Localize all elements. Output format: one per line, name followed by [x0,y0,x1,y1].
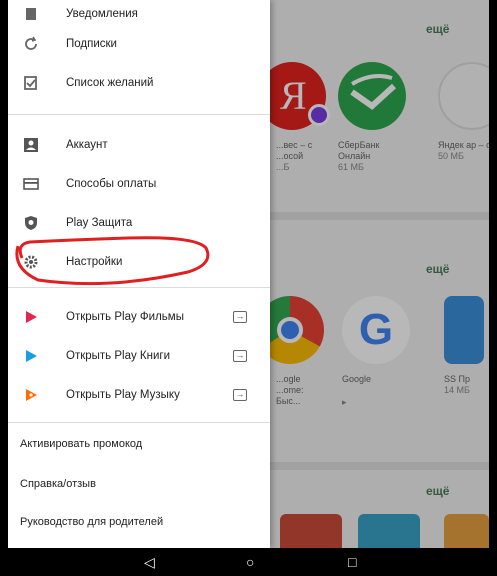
drawer-item-payment-methods[interactable]: Способы оплаты [8,164,270,204]
play-movies-icon [22,308,40,326]
app-name: СберБанк Онлайн [338,140,380,161]
app-name: Google [342,374,372,384]
android-nav-bar: ◁ ○ □ [8,548,489,576]
drawer-item-label: Открыть Play Музыку [66,389,180,401]
play-books-icon [22,347,40,365]
drawer-item-open-play-music[interactable]: Открыть Play Музыку → [8,375,270,415]
app-size: 50 МБ [438,151,464,161]
back-button[interactable]: ◁ [144,554,155,570]
drawer-item-label: Способы оплаты [66,178,157,190]
app-name: ...вес – с ...осой [276,140,313,161]
open-external-icon: → [233,350,247,362]
app-name: SS Пр [444,374,470,384]
play-music-icon [22,386,40,404]
more-link[interactable]: ещё [426,22,449,36]
app-size: 61 МБ [338,162,364,172]
bell-icon [22,5,40,23]
app-size: ...Б [276,162,290,172]
parent-guide-link[interactable]: Руководство для родителей [20,516,163,528]
more-link[interactable]: ещё [426,484,449,498]
drawer-item-label: Подписки [66,38,117,50]
app-size: ▸ [342,397,347,407]
play-store-screen: ещё Я ...вес – с ...осой ...Б СберБанк О… [8,0,489,548]
app-tile[interactable]: Яндек ар – с 50 МБ [438,62,489,162]
credit-card-icon [22,175,40,193]
drawer-divider [8,422,270,423]
app-icon[interactable] [280,514,342,548]
app-size: 14 МБ [444,385,470,395]
home-button[interactable]: ○ [246,554,254,570]
drawer-divider [8,287,270,288]
account-box-icon [22,136,40,154]
yandex-maps-app-icon [438,62,489,130]
open-external-icon: → [233,389,247,401]
refresh-icon [22,35,40,53]
drawer-item-label: Открыть Play Фильмы [66,311,184,323]
bookmark-check-icon [22,74,40,92]
recents-button[interactable]: □ [348,554,356,570]
drawer-item-open-play-movies[interactable]: Открыть Play Фильмы → [8,297,270,337]
drawer-item-wishlist[interactable]: Список желаний [8,63,270,103]
drawer-item-label: Уведомления [66,8,138,20]
drawer-item-subscriptions[interactable]: Подписки [8,24,270,64]
highlight-annotation [15,236,210,286]
navigation-drawer: Уведомления Подписки Список желаний Акка… [8,0,270,548]
app-icon[interactable] [444,514,489,548]
drawer-item-label: Список желаний [66,77,154,89]
section-divider [270,462,489,470]
drawer-item-label: Открыть Play Книги [66,350,171,362]
drawer-item-open-play-books[interactable]: Открыть Play Книги → [8,336,270,376]
sberbank-app-icon [338,62,406,130]
redeem-promo-link[interactable]: Активировать промокод [20,438,142,450]
more-link[interactable]: ещё [426,262,449,276]
app-tile[interactable]: G Google ▸ [342,296,414,408]
google-app-icon: G [342,296,410,364]
open-external-icon: → [233,311,247,323]
drawer-divider [8,114,270,115]
app-tile[interactable]: СберБанк Онлайн 61 МБ [338,62,410,173]
app-icon [444,296,484,364]
drawer-item-label: Аккаунт [66,139,108,151]
app-icon[interactable] [358,514,420,548]
app-tile[interactable]: SS Пр 14 МБ [444,296,489,396]
help-feedback-link[interactable]: Справка/отзыв [20,478,96,490]
drawer-item-account[interactable]: Аккаунт [8,125,270,165]
section-divider [270,212,489,220]
app-name: Яндек ар – с [438,140,489,150]
app-name: ...ogle ...ome: Быс... [276,374,304,406]
